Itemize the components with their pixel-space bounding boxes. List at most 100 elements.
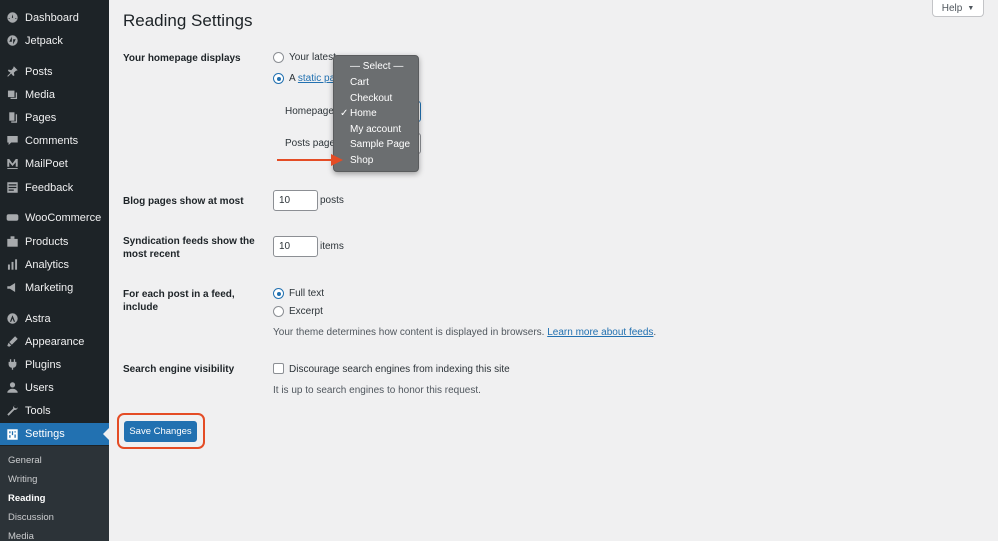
blog-pages-input[interactable]: 10 (273, 190, 318, 211)
feed-content-label-line2: include (123, 302, 159, 313)
homepage-dropdown-menu[interactable]: — Select — Cart Checkout ✓ Home My accoun… (333, 55, 419, 172)
sidebar-item-settings[interactable]: Settings (0, 423, 109, 445)
caret-down-icon: ▼ (967, 4, 975, 12)
sidebar-item-media[interactable]: Media (0, 83, 109, 106)
dropdown-option-shop[interactable]: Shop (334, 153, 420, 168)
sidebar-item-products[interactable]: Products (0, 230, 109, 253)
sidebar-item-label: Analytics (25, 258, 70, 271)
latest-posts-label: Your latest (289, 52, 336, 63)
sidebar-item-astra[interactable]: Astra (0, 307, 109, 330)
sidebar-item-label: Comments (25, 134, 79, 147)
sidebar-item-label: MailPoet (25, 157, 68, 170)
woocommerce-icon (5, 211, 19, 225)
feedback-icon (5, 181, 19, 195)
submenu-item-reading[interactable]: Reading (8, 493, 45, 504)
feed-content-label-line1: For each post in a feed, (123, 289, 235, 300)
feed-description-period: . (653, 327, 657, 338)
dashboard-icon (5, 11, 19, 25)
radio-full-text[interactable] (273, 288, 284, 299)
sidebar-item-label: Posts (25, 65, 53, 78)
dropdown-option-my-account[interactable]: My account (334, 122, 420, 137)
blog-pages-label: Blog pages show at most (123, 196, 244, 207)
sidebar-item-users[interactable]: Users (0, 376, 109, 399)
excerpt-label: Excerpt (289, 306, 323, 317)
posts-page-select-label: Posts page (285, 138, 336, 149)
sidebar-item-analytics[interactable]: Analytics (0, 253, 109, 276)
products-icon (5, 235, 19, 249)
sidebar-item-dashboard[interactable]: Dashboard (0, 6, 109, 29)
tools-icon (5, 404, 19, 418)
sidebar-item-label: Feedback (25, 181, 74, 194)
help-label: Help (941, 2, 963, 14)
sidebar-item-label: WooCommerce (25, 211, 102, 224)
submenu-item-discussion[interactable]: Discussion (8, 512, 54, 523)
sidebar-item-label: Dashboard (25, 11, 79, 24)
sidebar-item-plugins[interactable]: Plugins (0, 353, 109, 376)
checkmark-icon: ✓ (340, 108, 349, 119)
syndication-label: Syndication feeds show the most recent (123, 235, 258, 261)
sidebar-item-label: Media (25, 88, 55, 101)
full-text-label: Full text (289, 288, 325, 299)
radio-static-page[interactable] (273, 73, 284, 84)
sidebar-item-label: Products (25, 235, 69, 248)
search-visibility-description: It is up to search engines to honor this… (273, 385, 481, 396)
sidebar-item-label: Tools (25, 404, 51, 417)
analytics-icon (5, 258, 19, 272)
mailpoet-icon (5, 157, 19, 171)
pin-icon (5, 65, 19, 79)
sidebar-item-label: Astra (25, 312, 51, 325)
syndication-input[interactable]: 10 (273, 236, 318, 257)
save-changes-button[interactable]: Save Changes (124, 421, 197, 442)
help-button[interactable]: Help ▼ (932, 0, 984, 17)
static-page-link[interactable]: static pa (298, 73, 335, 84)
sidebar-item-marketing[interactable]: Marketing (0, 276, 109, 299)
sidebar-item-posts[interactable]: Posts (0, 60, 109, 83)
static-prefix: A (289, 73, 296, 84)
dropdown-option-sample-page[interactable]: Sample Page (334, 137, 420, 152)
page-title: Reading Settings (123, 11, 253, 30)
radio-latest-posts[interactable] (273, 52, 284, 63)
jetpack-icon (5, 34, 19, 48)
feed-description: Your theme determines how content is dis… (273, 327, 656, 338)
dropdown-option-select[interactable]: — Select — (334, 59, 420, 74)
syndication-label-line2: most recent (123, 249, 180, 260)
sidebar-item-jetpack[interactable]: Jetpack (0, 29, 109, 52)
astra-icon (5, 312, 19, 326)
blog-pages-unit: posts (320, 195, 344, 206)
main-content: Reading Settings Help ▼ Your homepage di… (109, 0, 998, 541)
homepage-displays-label: Your homepage displays (123, 53, 241, 64)
radio-excerpt[interactable] (273, 306, 284, 317)
sidebar-item-mailpoet[interactable]: MailPoet (0, 152, 109, 175)
search-visibility-label: Search engine visibility (123, 364, 235, 375)
sidebar-item-pages[interactable]: Pages (0, 106, 109, 129)
syndication-label-line1: Syndication feeds show the (123, 236, 255, 247)
media-icon (5, 88, 19, 102)
settings-icon (5, 427, 19, 441)
syndication-unit: items (320, 241, 344, 252)
submenu-item-general[interactable]: General (8, 455, 42, 466)
sidebar-item-label: Appearance (25, 335, 85, 348)
sidebar-item-feedback[interactable]: Feedback (0, 176, 109, 199)
sidebar-item-woocommerce[interactable]: WooCommerce (0, 206, 109, 229)
admin-sidebar: Dashboard Jetpack Posts Media Pages Comm… (0, 0, 109, 541)
comments-icon (5, 134, 19, 148)
annotation-arrow-head (331, 154, 343, 166)
plugins-icon (5, 358, 19, 372)
appearance-icon (5, 335, 19, 349)
dropdown-option-cart[interactable]: Cart (334, 75, 420, 90)
learn-more-feeds-link[interactable]: Learn more about feeds (547, 327, 653, 338)
sidebar-item-label: Settings (25, 428, 65, 440)
submenu-item-media[interactable]: Media (8, 531, 34, 541)
sidebar-item-tools[interactable]: Tools (0, 399, 109, 422)
discourage-search-checkbox[interactable] (273, 363, 284, 374)
annotation-arrow-line (277, 159, 332, 161)
feed-content-label: For each post in a feed, include (123, 288, 258, 314)
dropdown-option-home[interactable]: ✓ Home (334, 106, 420, 121)
dropdown-option-checkout[interactable]: Checkout (334, 91, 420, 106)
settings-submenu: General Writing Reading Discussion Media (0, 446, 109, 541)
dropdown-option-label: Home (350, 108, 377, 119)
submenu-item-writing[interactable]: Writing (8, 474, 37, 485)
sidebar-item-label: Marketing (25, 281, 74, 294)
sidebar-item-comments[interactable]: Comments (0, 129, 109, 152)
sidebar-item-appearance[interactable]: Appearance (0, 330, 109, 353)
